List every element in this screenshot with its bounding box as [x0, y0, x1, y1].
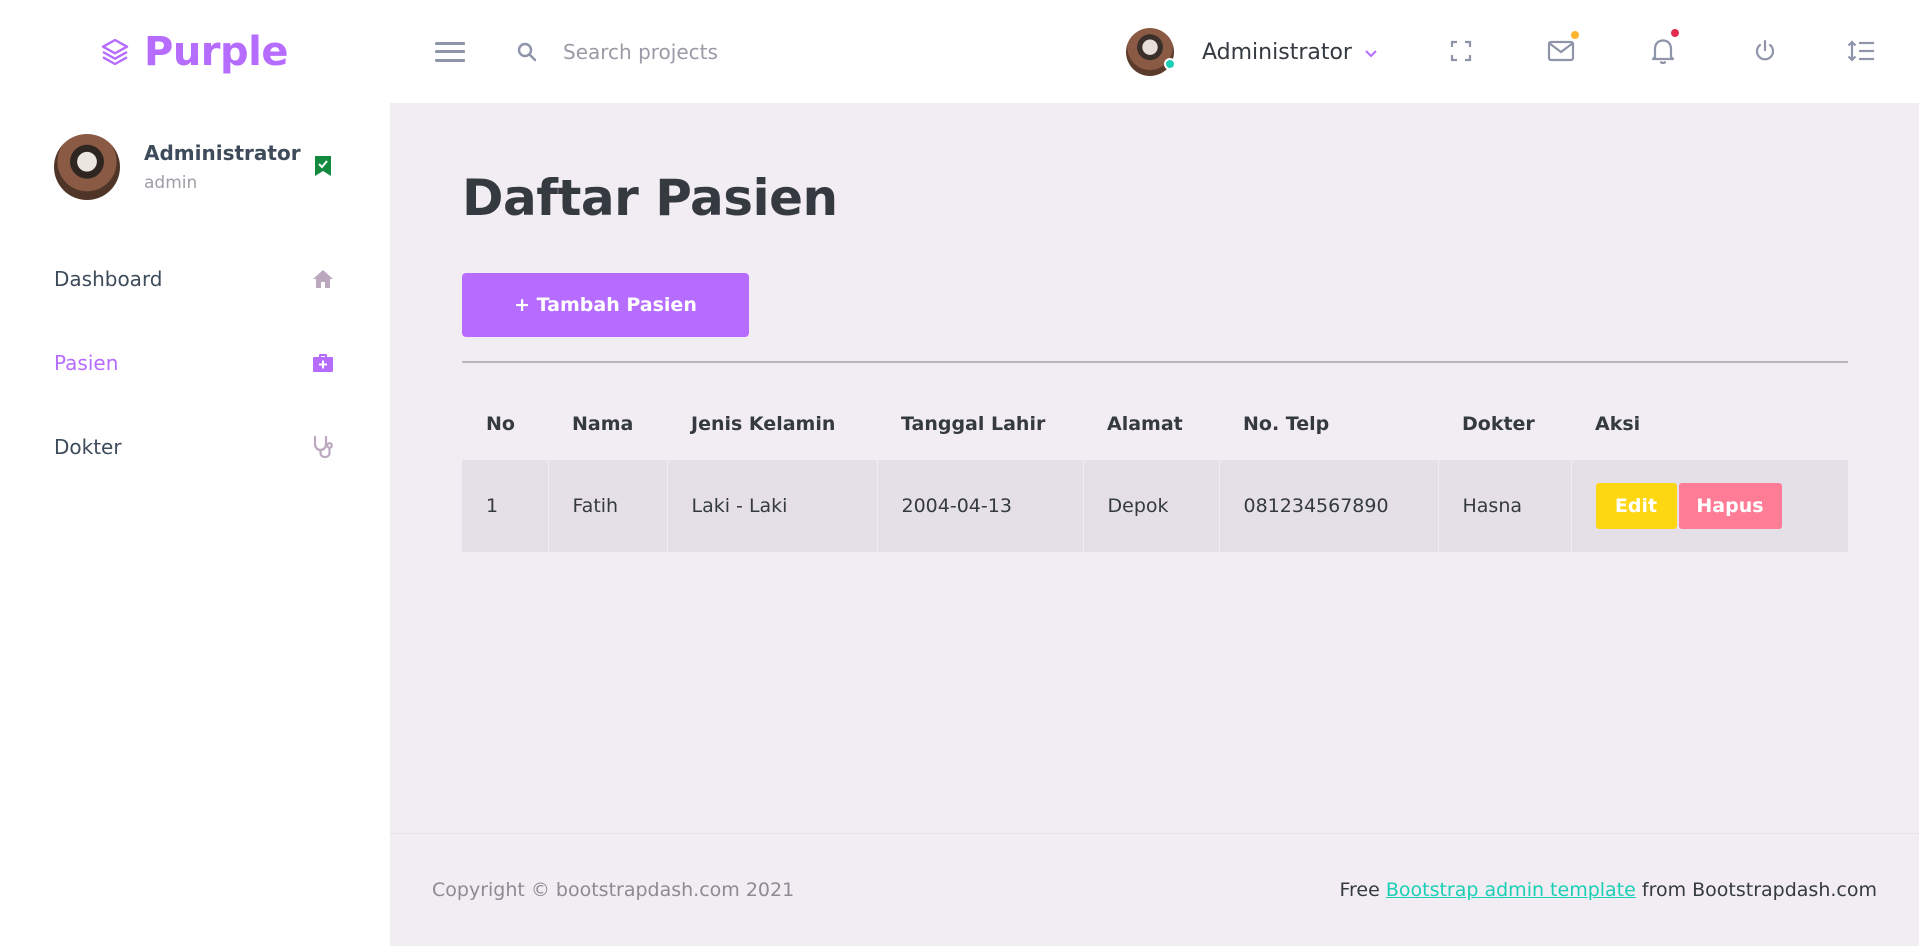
sidebar-user-name: Administrator	[144, 141, 301, 165]
avatar	[54, 134, 120, 200]
stethoscope-icon	[310, 434, 336, 460]
footer: Copyright © bootstrapdash.com 2021 Free …	[390, 833, 1919, 946]
cell-no: 1	[462, 460, 548, 552]
footer-template-link[interactable]: Bootstrap admin template	[1386, 879, 1636, 901]
cell-alamat: Depok	[1082, 460, 1219, 552]
edit-button[interactable]: Edit	[1595, 483, 1677, 529]
bookmark-check-icon	[314, 155, 332, 177]
chevron-down-icon	[1364, 45, 1378, 59]
sidebar-menu: Dashboard Pasien Dokter	[0, 237, 390, 489]
sidebar-item-dokter[interactable]: Dokter	[0, 405, 390, 489]
power-icon[interactable]	[1750, 36, 1780, 66]
page-title: Daftar Pasien	[462, 169, 838, 227]
footer-credit: Free Bootstrap admin template from Boots…	[1339, 879, 1877, 901]
sidebar: Administrator admin Dashboard Pasien Dok…	[0, 103, 390, 946]
cell-jenis-kelamin: Laki - Laki	[666, 460, 877, 552]
search-input[interactable]	[563, 39, 863, 64]
cell-nama: Fatih	[547, 460, 667, 552]
column-header-tanggal-lahir: Tanggal Lahir	[901, 413, 1046, 435]
column-header-dokter: Dokter	[1462, 413, 1535, 435]
mail-icon[interactable]	[1546, 31, 1579, 66]
cell-aksi: Edit Hapus	[1570, 460, 1848, 552]
footer-copyright: Copyright © bootstrapdash.com 2021	[432, 879, 795, 901]
sidebar-item-dashboard[interactable]: Dashboard	[0, 237, 390, 321]
sidebar-item-pasien[interactable]: Pasien	[0, 321, 390, 405]
format-line-spacing-icon[interactable]	[1846, 36, 1876, 66]
footer-free-text: Free	[1339, 879, 1380, 901]
sidebar-item-label: Pasien	[54, 351, 119, 375]
column-header-alamat: Alamat	[1107, 413, 1183, 435]
medical-bag-icon	[310, 350, 336, 376]
bell-badge	[1671, 29, 1679, 37]
navbar-user-name: Administrator	[1202, 39, 1352, 65]
navbar-profile-dropdown[interactable]: Administrator	[1126, 27, 1378, 77]
navbar-left	[435, 39, 863, 65]
top-navbar: Purple Administrator	[0, 0, 1919, 103]
layers-icon	[98, 35, 132, 69]
footer-from-text: from Bootstrapdash.com	[1641, 879, 1877, 901]
column-header-no: No	[486, 413, 515, 435]
home-icon	[310, 266, 336, 292]
online-status-dot	[1164, 58, 1176, 70]
add-patient-button[interactable]: + Tambah Pasien	[462, 273, 749, 337]
delete-button[interactable]: Hapus	[1678, 483, 1782, 529]
sidebar-item-label: Dokter	[54, 435, 122, 459]
bell-icon[interactable]	[1648, 29, 1679, 66]
brand-name: Purple	[144, 28, 289, 75]
table-row: 1 Fatih Laki - Laki 2004-04-13 Depok 081…	[462, 460, 1848, 552]
search-icon[interactable]	[515, 40, 539, 64]
mail-badge	[1571, 31, 1579, 39]
column-header-nama: Nama	[572, 413, 634, 435]
sidebar-user-role: admin	[144, 173, 198, 193]
column-header-no-telp: No. Telp	[1243, 413, 1330, 435]
menu-toggle-icon[interactable]	[435, 39, 465, 65]
sidebar-item-label: Dashboard	[54, 267, 163, 291]
patients-table: No Nama Jenis Kelamin Tanggal Lahir Alam…	[462, 388, 1848, 552]
cell-tanggal-lahir: 2004-04-13	[876, 460, 1083, 552]
avatar	[1126, 28, 1176, 76]
column-header-aksi: Aksi	[1595, 413, 1641, 435]
divider	[462, 361, 1848, 363]
sidebar-profile-text: Administrator admin	[144, 141, 301, 193]
fullscreen-icon[interactable]	[1446, 36, 1476, 66]
cell-dokter: Hasna	[1437, 460, 1571, 552]
main-content: Daftar Pasien + Tambah Pasien No Nama Je…	[390, 103, 1919, 946]
cell-no-telp: 081234567890	[1218, 460, 1438, 552]
sidebar-profile[interactable]: Administrator admin	[0, 103, 390, 201]
search-bar	[515, 39, 863, 64]
table-header-row: No Nama Jenis Kelamin Tanggal Lahir Alam…	[462, 388, 1848, 460]
column-header-jenis-kelamin: Jenis Kelamin	[691, 413, 836, 435]
brand-logo[interactable]: Purple	[0, 0, 390, 103]
